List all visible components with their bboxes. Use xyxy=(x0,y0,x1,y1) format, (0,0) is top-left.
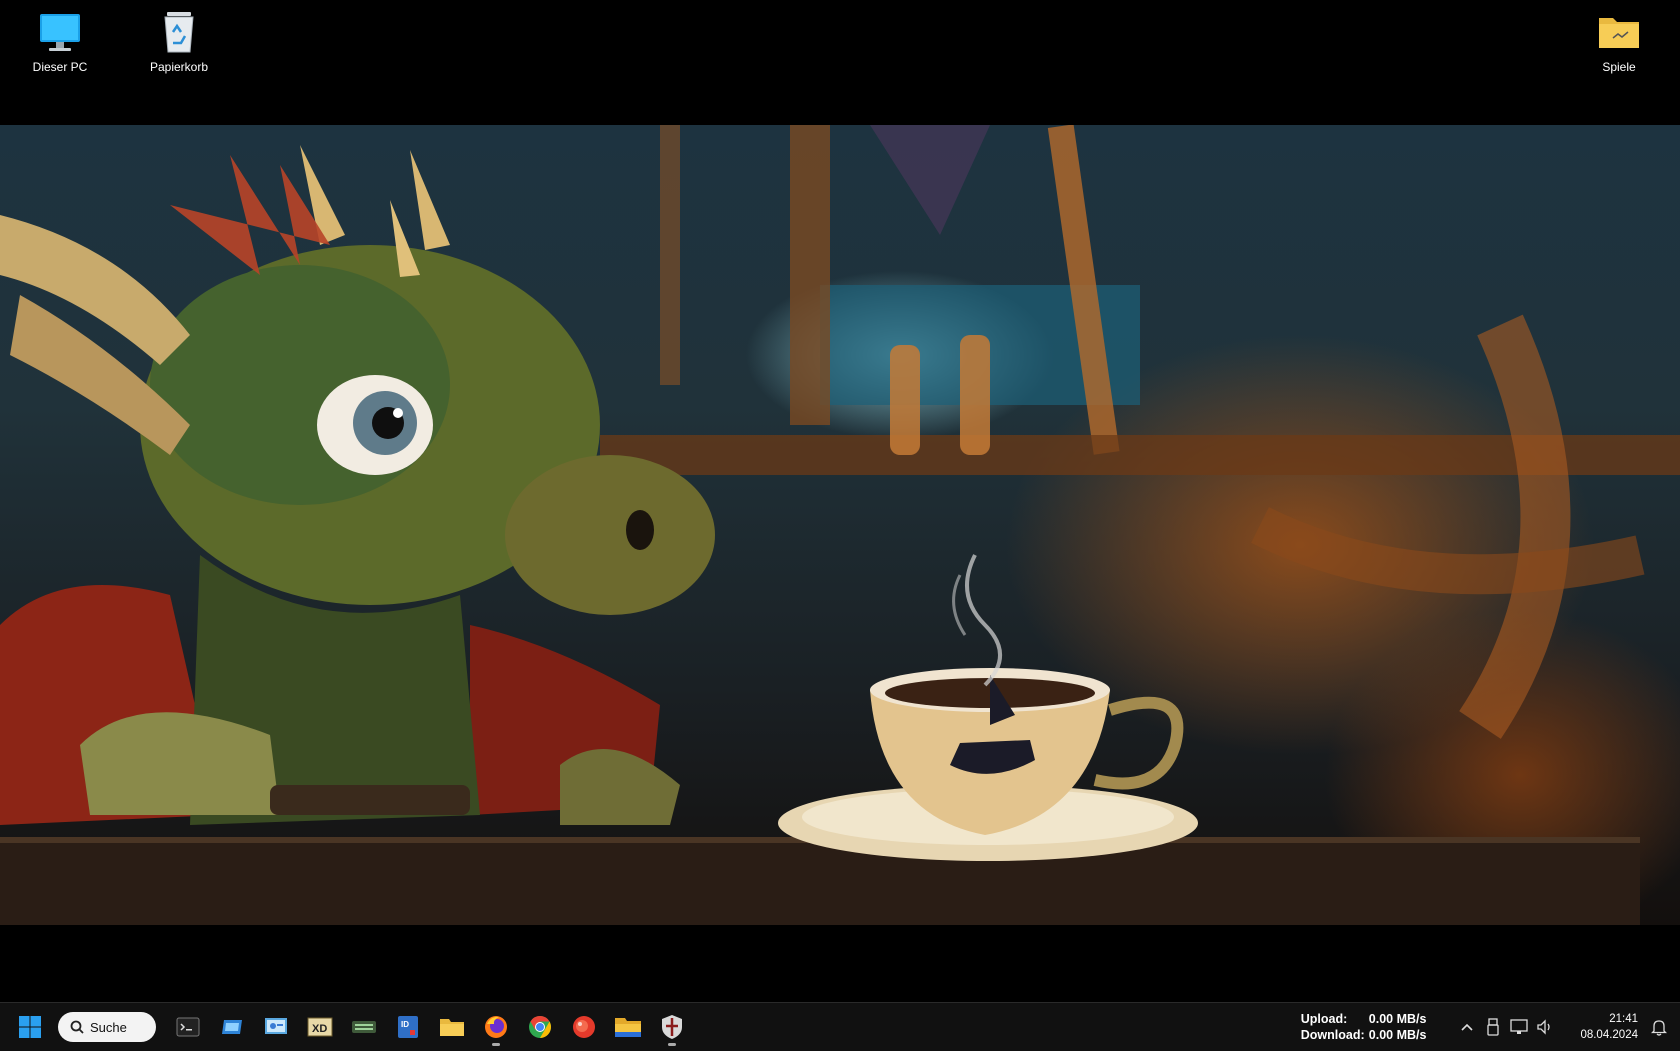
taskbar-app-terminal[interactable] xyxy=(168,1007,208,1047)
taskbar-app-control-panel[interactable] xyxy=(256,1007,296,1047)
folder-icon xyxy=(1595,8,1643,56)
desktop-icon-papierkorb[interactable]: Papierkorb xyxy=(134,0,224,74)
taskbar-app-keyboard[interactable] xyxy=(344,1007,384,1047)
network-icon xyxy=(1510,1019,1529,1034)
firefox-icon xyxy=(485,1016,507,1038)
wallpaper-image xyxy=(0,125,1680,925)
id-card-app-icon: ID xyxy=(398,1016,418,1038)
xd-app-icon: XD xyxy=(307,1017,333,1037)
taskbar-app-id-card[interactable]: ID xyxy=(388,1007,428,1047)
desktop-icon-spiele[interactable]: Spiele xyxy=(1574,0,1664,74)
computer-icon xyxy=(36,8,84,56)
bell-icon xyxy=(1651,1020,1667,1036)
chevron-up-icon xyxy=(1461,1023,1474,1031)
volume-tray-button[interactable] xyxy=(1532,1003,1558,1051)
search-box[interactable]: Suche xyxy=(58,1012,156,1042)
upload-label: Upload: xyxy=(1300,1012,1348,1026)
control-panel-icon xyxy=(265,1018,287,1034)
taskbar: Suche XD ID Upload: 0.00 MB/s Download: … xyxy=(0,1002,1680,1051)
taskbar-app-chrome[interactable] xyxy=(520,1007,560,1047)
download-label: Download: xyxy=(1300,1028,1365,1042)
show-hidden-icons-button[interactable] xyxy=(1454,1003,1480,1051)
clock[interactable]: 21:41 08.04.2024 xyxy=(1580,1011,1638,1043)
download-value: 0.00 MB/s xyxy=(1368,1028,1427,1042)
folder-icon xyxy=(615,1018,641,1037)
taskbar-app-firefox[interactable] xyxy=(476,1007,516,1047)
clock-time: 21:41 xyxy=(1609,1013,1638,1025)
upload-value: 0.00 MB/s xyxy=(1368,1012,1427,1026)
shield-app-icon xyxy=(662,1015,682,1039)
desktop-icon-dieser-pc[interactable]: Dieser PC xyxy=(15,0,105,74)
windows-logo-icon xyxy=(19,1016,41,1038)
red-circle-app-icon xyxy=(573,1016,595,1038)
keyboard-app-icon xyxy=(352,1021,376,1033)
taskbar-app-red-circle[interactable] xyxy=(564,1007,604,1047)
chrome-icon xyxy=(529,1016,551,1038)
desktop-icon-label: Papierkorb xyxy=(149,60,209,74)
app-blue-window-icon xyxy=(222,1020,242,1034)
taskbar-app-shield[interactable] xyxy=(652,1007,692,1047)
desktop-icon-label: Spiele xyxy=(1602,60,1636,74)
desktop-icon-label: Dieser PC xyxy=(32,60,88,74)
network-tray-button[interactable] xyxy=(1506,1003,1532,1051)
taskbar-app-file-explorer[interactable] xyxy=(432,1007,472,1047)
svg-text:XD: XD xyxy=(312,1023,327,1035)
network-monitor: Upload: 0.00 MB/s Download: 0.00 MB/s xyxy=(1301,1011,1427,1043)
system-tray: Upload: 0.00 MB/s Download: 0.00 MB/s 21… xyxy=(1301,1003,1680,1051)
usb-icon xyxy=(1487,1018,1500,1036)
recycle-bin-icon xyxy=(155,8,203,56)
notifications-button[interactable] xyxy=(1646,1003,1672,1051)
taskbar-app-blue-window[interactable] xyxy=(212,1007,252,1047)
start-button[interactable] xyxy=(10,1007,50,1047)
usb-tray-button[interactable] xyxy=(1480,1003,1506,1051)
clock-date: 08.04.2024 xyxy=(1580,1029,1638,1041)
taskbar-app-folder[interactable] xyxy=(608,1007,648,1047)
search-icon xyxy=(70,1020,84,1034)
volume-icon xyxy=(1537,1019,1551,1035)
terminal-icon xyxy=(176,1017,200,1037)
file-explorer-icon xyxy=(440,1019,464,1036)
svg-text:ID: ID xyxy=(401,1020,409,1029)
search-label: Suche xyxy=(90,1019,127,1035)
taskbar-app-xd[interactable]: XD xyxy=(300,1007,340,1047)
